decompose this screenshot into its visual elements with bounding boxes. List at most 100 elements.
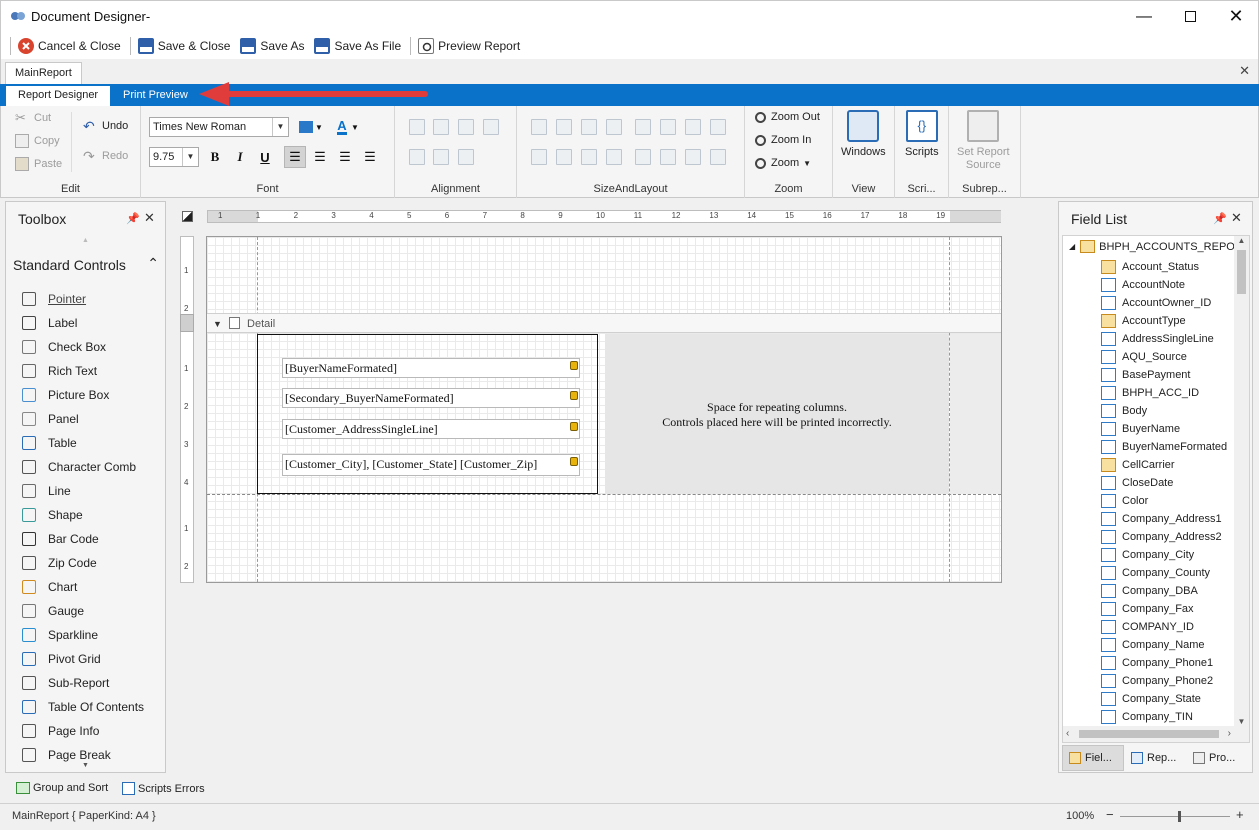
make-same-width-icon[interactable] <box>556 119 572 135</box>
font-color-dropdown-icon[interactable]: ▼ <box>349 116 361 138</box>
vspacing-decrease-icon[interactable] <box>581 149 597 165</box>
scroll-thumb[interactable] <box>1237 250 1246 294</box>
toolbox-item-pointer[interactable]: Pointer <box>22 289 86 309</box>
scroll-down-icon[interactable]: ▼ <box>82 762 89 769</box>
align-bottoms-icon[interactable] <box>458 149 474 165</box>
field-item[interactable]: AccountType <box>1101 312 1186 330</box>
ruler-corner-button[interactable] <box>182 211 193 222</box>
align-left-button[interactable]: ☰ <box>284 146 306 168</box>
font-size-combo[interactable]: 9.75 ▼ <box>149 147 199 167</box>
field-item[interactable]: AccountOwner_ID <box>1101 294 1211 312</box>
field-item[interactable]: Company_City <box>1101 546 1194 564</box>
center-horizontally-icon[interactable] <box>635 149 651 165</box>
align-tops-icon[interactable] <box>409 149 425 165</box>
make-same-height-icon[interactable] <box>581 119 597 135</box>
tab-print-preview[interactable]: Print Preview <box>111 86 200 106</box>
save-as-file-button[interactable]: Save As File <box>310 35 407 57</box>
vertical-scrollbar[interactable]: ▲ ▼ <box>1234 236 1249 726</box>
tab-report-designer[interactable]: Report Designer <box>6 86 111 106</box>
copy-button[interactable]: Copy <box>15 134 60 148</box>
toolbox-item-rich-text[interactable]: Rich Text <box>22 361 97 381</box>
scripts-errors-button[interactable]: Scripts Errors <box>122 782 205 795</box>
toolbox-item-table-of-contents[interactable]: Table Of Contents <box>22 697 144 717</box>
smart-tag-icon[interactable] <box>570 361 578 370</box>
close-icon[interactable]: ✕ <box>1213 1 1259 32</box>
report-field[interactable]: [Customer_City], [Customer_State] [Custo… <box>282 454 580 476</box>
zoom-minus-button[interactable]: − <box>1106 807 1114 822</box>
cancel-close-button[interactable]: Cancel & Close <box>14 35 127 57</box>
tab-report-explorer[interactable]: Rep... <box>1127 745 1187 771</box>
save-close-button[interactable]: Save & Close <box>134 35 237 57</box>
field-item[interactable]: BuyerNameFormated <box>1101 438 1227 456</box>
align-right-button[interactable]: ☰ <box>334 146 356 168</box>
hspacing-equal-icon[interactable] <box>635 119 651 135</box>
paste-button[interactable]: Paste <box>15 157 62 171</box>
field-item[interactable]: CloseDate <box>1101 474 1173 492</box>
field-item[interactable]: AQU_Source <box>1101 348 1187 366</box>
vspacing-increase-icon[interactable] <box>556 149 572 165</box>
field-item[interactable]: Company_Phone1 <box>1101 654 1213 672</box>
make-same-size-icon[interactable] <box>606 119 622 135</box>
smart-tag-icon[interactable] <box>570 457 578 466</box>
report-page[interactable]: ▼ Detail Space for repeating columns. Co… <box>206 236 1002 583</box>
center-vertically-icon[interactable] <box>660 149 676 165</box>
hscroll-thumb[interactable] <box>1079 730 1219 738</box>
tab-mainreport[interactable]: MainReport <box>5 62 82 84</box>
field-item[interactable]: Company_State <box>1101 690 1201 708</box>
toolbox-item-pivot-grid[interactable]: Pivot Grid <box>22 649 101 669</box>
report-field[interactable]: [Customer_AddressSingleLine] <box>282 419 580 439</box>
font-family-combo[interactable]: Times New Roman ▼ <box>149 117 289 137</box>
band-resize-handle[interactable] <box>180 314 194 332</box>
align-centers-icon[interactable] <box>433 119 449 135</box>
field-item[interactable]: Company_DBA <box>1101 582 1198 600</box>
cut-button[interactable]: ✂ Cut <box>15 111 51 125</box>
preview-report-button[interactable]: Preview Report <box>414 35 526 57</box>
toolbox-item-bar-code[interactable]: Bar Code <box>22 529 99 549</box>
zoom-dropdown-button[interactable]: Zoom ▼ <box>755 157 811 169</box>
align-middles-icon[interactable] <box>433 149 449 165</box>
scroll-up-icon[interactable]: ▲ <box>1234 236 1249 245</box>
zoom-slider-thumb[interactable] <box>1178 811 1181 822</box>
vspacing-equal-icon[interactable] <box>531 149 547 165</box>
toolbox-item-character-comb[interactable]: Character Comb <box>22 457 136 477</box>
field-item[interactable]: Company_Address1 <box>1101 510 1222 528</box>
align-center-button[interactable]: ☰ <box>309 146 331 168</box>
toolbox-item-panel[interactable]: Panel <box>22 409 79 429</box>
tree-root[interactable]: ◢ BHPH_ACCOUNTS_REPORT <box>1069 240 1249 253</box>
redo-button[interactable]: ↷ Redo <box>83 149 128 163</box>
pin-icon[interactable]: 📌 <box>126 212 140 225</box>
italic-button[interactable]: I <box>229 146 251 168</box>
toolbox-item-sub-report[interactable]: Sub-Report <box>22 673 109 693</box>
field-item[interactable]: Company_Phone2 <box>1101 672 1213 690</box>
zoom-slider[interactable] <box>1120 811 1230 822</box>
align-to-grid-icon[interactable] <box>483 119 499 135</box>
set-report-source-button[interactable]: Set Report Source <box>957 110 1010 172</box>
smart-tag-icon[interactable] <box>570 391 578 400</box>
field-item[interactable]: Company_TIN <box>1101 708 1193 726</box>
field-item[interactable]: Color <box>1101 492 1148 510</box>
field-item[interactable]: Company_County <box>1101 564 1210 582</box>
field-item[interactable]: BHPH_ACC_ID <box>1101 384 1199 402</box>
toolbox-item-page-info[interactable]: Page Info <box>22 721 99 741</box>
underline-button[interactable]: U <box>254 146 276 168</box>
toolbox-item-shape[interactable]: Shape <box>22 505 83 525</box>
field-item[interactable]: AddressSingleLine <box>1101 330 1214 348</box>
chevron-down-icon[interactable]: ▼ <box>272 118 288 136</box>
field-item[interactable]: Company_Address2 <box>1101 528 1222 546</box>
close-document-icon[interactable]: ✕ <box>1239 63 1250 79</box>
send-to-back-icon[interactable] <box>710 149 726 165</box>
hspacing-decrease-icon[interactable] <box>685 119 701 135</box>
highlight-dropdown-icon[interactable]: ▼ <box>313 116 325 138</box>
hspacing-increase-icon[interactable] <box>660 119 676 135</box>
field-item[interactable]: BuyerName <box>1101 420 1180 438</box>
pin-icon[interactable]: 📌 <box>1213 212 1227 225</box>
close-icon[interactable]: ✕ <box>144 210 155 226</box>
undo-button[interactable]: ↶ Undo <box>83 119 128 133</box>
collapse-icon[interactable]: ▼ <box>213 319 222 329</box>
minimize-icon[interactable]: — <box>1121 1 1167 32</box>
toolbox-item-line[interactable]: Line <box>22 481 71 501</box>
field-item[interactable]: Company_Name <box>1101 636 1205 654</box>
toolbox-item-label[interactable]: Label <box>22 313 77 333</box>
horizontal-scrollbar[interactable]: ‹ › <box>1063 726 1249 742</box>
chevron-down-icon[interactable]: ▼ <box>182 148 198 166</box>
